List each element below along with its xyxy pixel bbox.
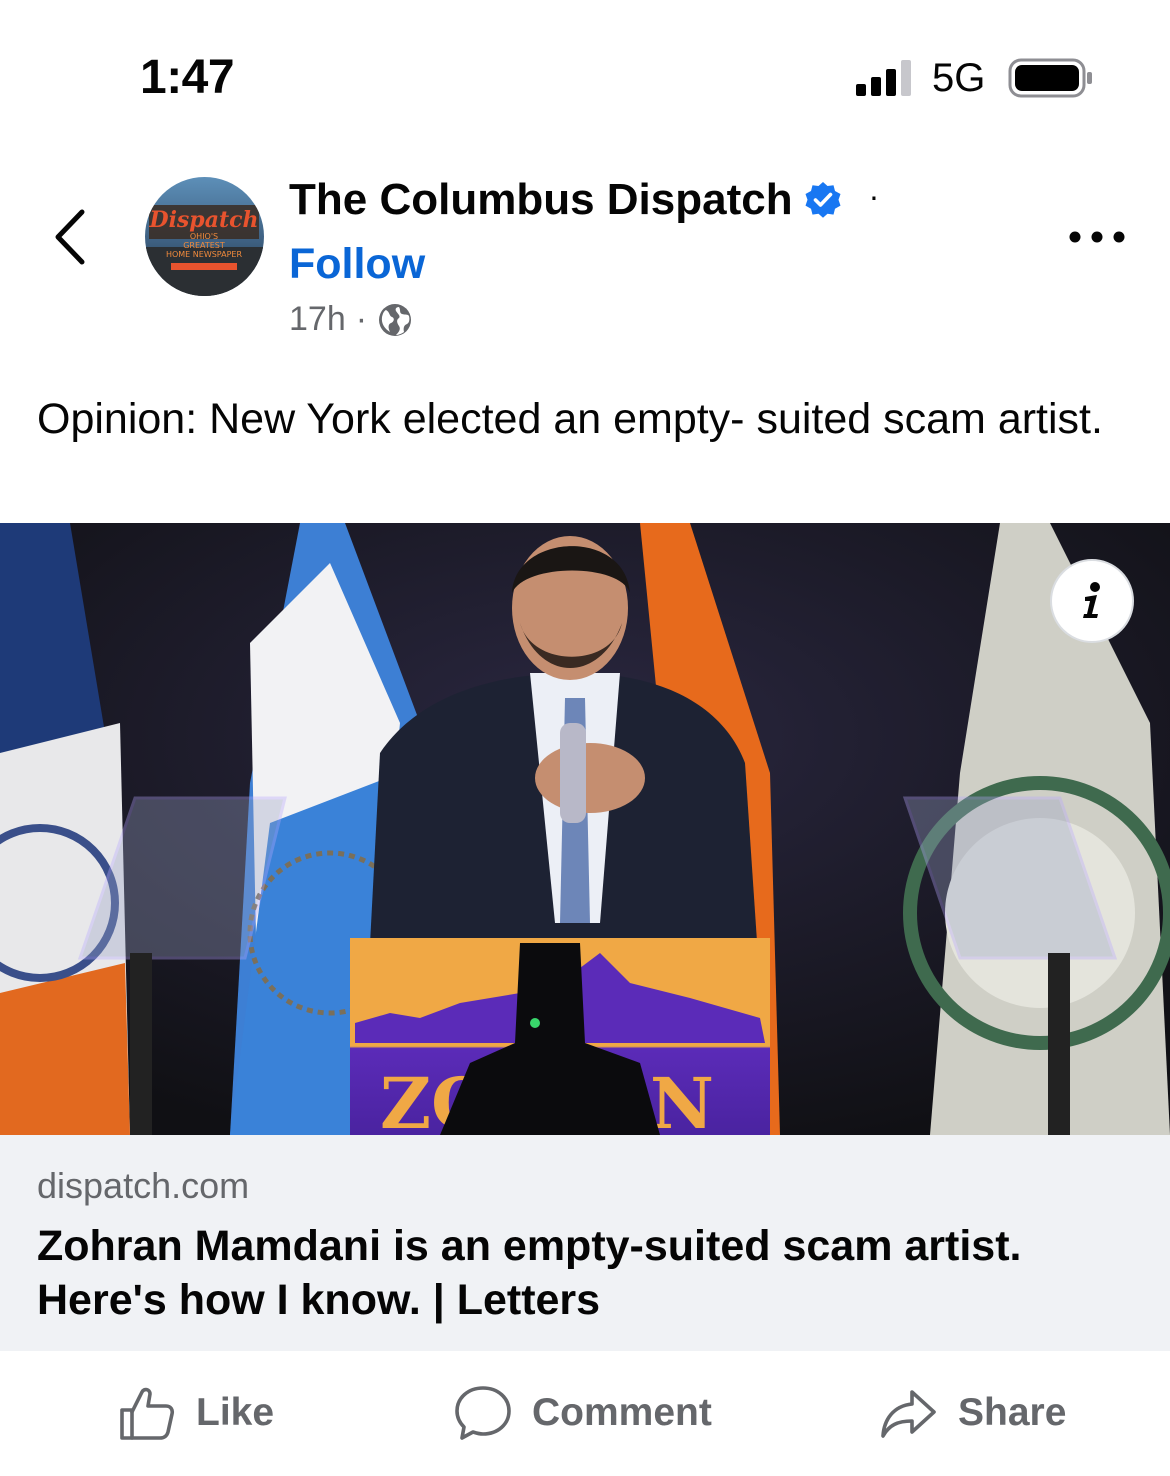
info-icon <box>1083 582 1100 618</box>
verified-badge-icon <box>805 182 841 218</box>
comment-button[interactable]: Comment <box>454 1381 712 1445</box>
svg-text:Dispatch: Dispatch <box>148 207 258 233</box>
dispatch-logo: Dispatch OHIO'S GREATEST HOME NEWSPAPER <box>145 177 264 296</box>
page-name-row: The Columbus Dispatch · <box>289 174 879 226</box>
comment-label: Comment <box>532 1391 712 1434</box>
globe-icon <box>379 303 412 336</box>
link-domain: dispatch.com <box>37 1165 250 1206</box>
like-label: Like <box>196 1391 275 1434</box>
chevron-left-icon[interactable] <box>48 206 94 268</box>
page-avatar[interactable]: Dispatch OHIO'S GREATEST HOME NEWSPAPER <box>145 177 264 296</box>
share-button[interactable]: Share <box>880 1381 1066 1445</box>
signal-icon <box>856 60 911 96</box>
svg-text:GREATEST: GREATEST <box>183 241 225 250</box>
follow-button[interactable]: Follow <box>289 240 425 289</box>
header-separator: · <box>868 177 880 214</box>
battery-icon <box>1008 58 1092 98</box>
more-horizontal-icon[interactable] <box>1066 226 1128 248</box>
share-arrow-icon <box>881 1390 936 1438</box>
status-bar: 1:47 5G <box>0 0 1170 150</box>
photo-info-button[interactable] <box>1050 559 1134 643</box>
post-photo[interactable]: ZO N <box>0 523 1170 1135</box>
svg-text:HOME NEWSPAPER: HOME NEWSPAPER <box>166 250 243 259</box>
link-preview-card[interactable]: dispatch.com Zohran Mamdani is an empty-… <box>0 1135 1170 1351</box>
svg-text:N: N <box>650 1062 714 1135</box>
post-meta: 17h · <box>289 300 413 339</box>
status-time: 1:47 <box>140 51 235 104</box>
like-button[interactable]: Like <box>118 1381 274 1445</box>
link-title: Zohran Mamdani is an empty-suited scam a… <box>37 1222 1022 1324</box>
post-action-bar: Like Comment Share <box>0 1351 1170 1476</box>
post-caption: Opinion: New York elected an empty- suit… <box>37 395 1103 443</box>
speaker-at-podium-image: ZO N <box>0 523 1170 1135</box>
page-name[interactable]: The Columbus Dispatch <box>289 175 793 225</box>
meta-separator: · <box>355 300 368 338</box>
comment-bubble-icon <box>455 1386 511 1440</box>
svg-text:OHIO'S: OHIO'S <box>190 232 218 241</box>
share-label: Share <box>958 1391 1067 1434</box>
thumbs-up-icon <box>120 1387 175 1440</box>
post-timestamp[interactable]: 17h <box>289 300 346 339</box>
network-label: 5G <box>932 56 986 100</box>
